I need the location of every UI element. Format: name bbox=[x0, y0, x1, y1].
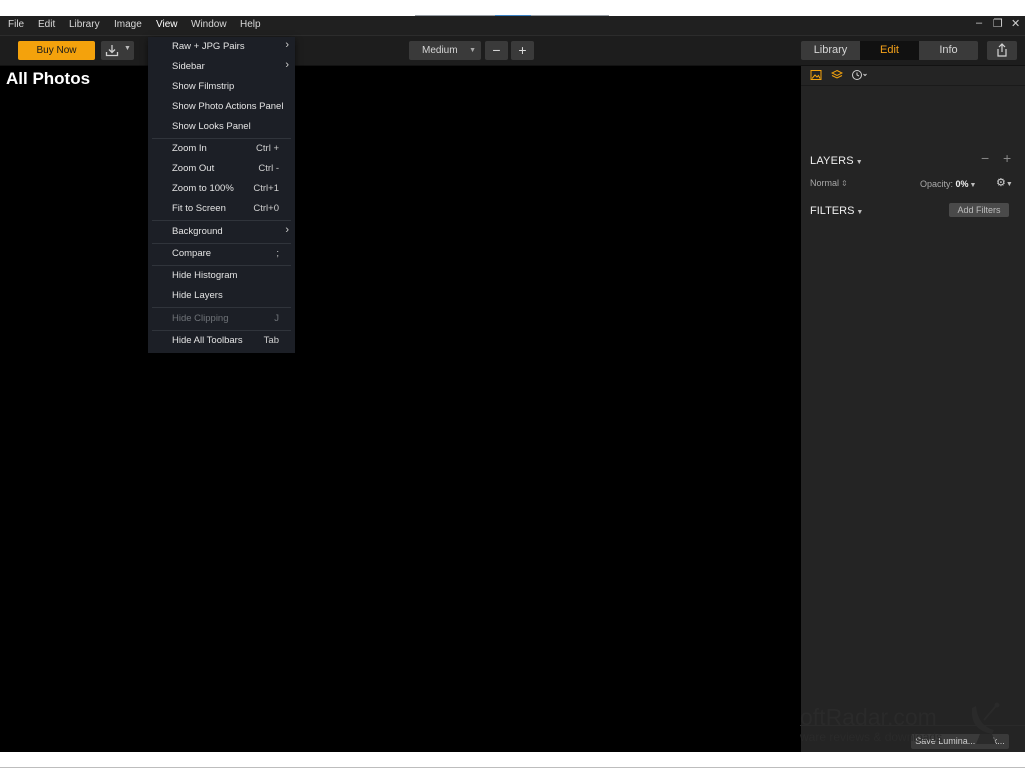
zoom-select-value: Medium bbox=[422, 45, 458, 56]
layer-settings-button[interactable]: ⚙▼ bbox=[996, 176, 1013, 189]
download-icon bbox=[105, 45, 119, 57]
menu-separator bbox=[152, 220, 291, 221]
opacity-control[interactable]: Opacity: 0%▼ bbox=[920, 179, 976, 189]
tab-info[interactable]: Info bbox=[919, 41, 978, 60]
view-menu-dropdown: Raw + JPG Pairs › Sidebar › Show Filmstr… bbox=[148, 37, 295, 353]
menu-item-hide-histogram[interactable]: Hide Histogram bbox=[148, 266, 295, 286]
layers-title: LAYERS bbox=[810, 155, 854, 167]
filters-title: FILTERS bbox=[810, 205, 855, 217]
panel-tab-bar bbox=[801, 66, 1025, 86]
window-top-strip bbox=[0, 0, 1025, 16]
opacity-label: Opacity: bbox=[920, 179, 954, 189]
app-window: File Edit Library Image View Window Help… bbox=[0, 16, 1025, 752]
zoom-in-button[interactable]: + bbox=[511, 41, 534, 60]
menu-item-raw-jpg-pairs[interactable]: Raw + JPG Pairs › bbox=[148, 37, 295, 57]
edit-panel: LAYERS ▼ − + Normal ⇕ Opacity: 0%▼ ⚙▼ FILT… bbox=[801, 66, 1025, 752]
opacity-value: 0% bbox=[955, 179, 969, 189]
add-filters-button[interactable]: Add Filters bbox=[949, 203, 1009, 217]
menu-item-hide-all-toolbars[interactable]: Hide All Toolbars Tab bbox=[148, 331, 295, 351]
filters-header[interactable]: FILTERS ▼ bbox=[810, 205, 863, 217]
chevron-down-icon: ▼ bbox=[969, 182, 977, 189]
menu-separator bbox=[152, 307, 291, 308]
menu-item-show-photo-actions-panel[interactable]: Show Photo Actions Panel bbox=[148, 97, 295, 117]
export-button[interactable]: ▼ bbox=[101, 41, 134, 60]
chevron-down-icon: ▼ bbox=[855, 159, 863, 166]
history-icon[interactable] bbox=[851, 69, 869, 81]
gear-icon: ⚙ bbox=[996, 177, 1006, 189]
menu-help[interactable]: Help bbox=[240, 19, 261, 30]
page-title: All Photos bbox=[6, 69, 91, 88]
menu-library[interactable]: Library bbox=[69, 19, 100, 30]
share-icon bbox=[997, 43, 1007, 57]
window-bottom-strip bbox=[0, 752, 1025, 769]
tab-library[interactable]: Library bbox=[801, 41, 860, 60]
chevron-down-icon: ▼ bbox=[856, 209, 864, 216]
window-controls: – ❐ ✕ bbox=[975, 17, 1020, 30]
layers-icon[interactable] bbox=[831, 69, 843, 81]
menu-item-zoom-in[interactable]: Zoom In Ctrl + bbox=[148, 139, 295, 159]
add-layer-button[interactable]: + bbox=[1003, 150, 1011, 166]
blend-mode-value: Normal bbox=[810, 178, 840, 188]
bottom-strip-line bbox=[0, 767, 1025, 768]
chevron-down-icon: ▼ bbox=[469, 47, 476, 54]
tab-edit[interactable]: Edit bbox=[860, 41, 919, 60]
chevron-down-icon: ▼ bbox=[124, 45, 131, 52]
image-icon[interactable] bbox=[810, 69, 822, 81]
restore-button[interactable]: ❐ bbox=[993, 17, 1003, 30]
menu-item-hide-clipping: Hide Clipping J bbox=[172, 313, 279, 324]
chevron-right-icon: › bbox=[285, 59, 289, 71]
menu-item-compare[interactable]: Compare ; bbox=[148, 244, 295, 264]
chevron-right-icon: › bbox=[285, 39, 289, 51]
menu-item-fit-to-screen[interactable]: Fit to Screen Ctrl+0 bbox=[148, 199, 295, 219]
menu-window[interactable]: Window bbox=[191, 19, 227, 30]
minimize-button[interactable]: – bbox=[975, 17, 983, 30]
blend-mode-select[interactable]: Normal ⇕ bbox=[810, 178, 848, 188]
satellite-dish-icon bbox=[971, 702, 1000, 744]
buy-now-button[interactable]: Buy Now bbox=[18, 41, 95, 60]
menu-file[interactable]: File bbox=[8, 19, 24, 30]
menu-item-zoom-out[interactable]: Zoom Out Ctrl - bbox=[148, 159, 295, 179]
zoom-select[interactable]: Medium ▼ bbox=[409, 41, 481, 60]
watermark-title: oftRadar.com bbox=[800, 704, 937, 730]
layers-header[interactable]: LAYERS ▼ bbox=[810, 155, 863, 167]
menu-bar: File Edit Library Image View Window Help… bbox=[0, 16, 1025, 36]
menu-item-zoom-100[interactable]: Zoom to 100% Ctrl+1 bbox=[148, 179, 295, 199]
menu-view[interactable]: View bbox=[156, 19, 178, 30]
chevron-down-icon: ▼ bbox=[1005, 181, 1013, 188]
remove-layer-button[interactable]: − bbox=[981, 150, 989, 166]
menu-item-show-looks-panel[interactable]: Show Looks Panel bbox=[148, 117, 295, 137]
menu-item-sidebar[interactable]: Sidebar › bbox=[148, 57, 295, 77]
share-button[interactable] bbox=[987, 41, 1017, 60]
mode-tabs: Library Edit Info bbox=[801, 41, 978, 60]
menu-edit[interactable]: Edit bbox=[38, 19, 55, 30]
photo-grid-area: All Photos bbox=[0, 66, 801, 752]
watermark-subtitle: ware reviews & downloads bbox=[800, 730, 943, 744]
close-button[interactable]: ✕ bbox=[1011, 17, 1020, 30]
up-down-icon: ⇕ bbox=[841, 179, 848, 188]
zoom-out-button[interactable]: − bbox=[485, 41, 508, 60]
menu-image[interactable]: Image bbox=[114, 19, 142, 30]
menu-item-show-filmstrip[interactable]: Show Filmstrip bbox=[148, 77, 295, 97]
menu-item-hide-layers[interactable]: Hide Layers bbox=[148, 286, 295, 306]
menu-item-background[interactable]: Background › bbox=[148, 222, 295, 242]
chevron-right-icon: › bbox=[285, 224, 289, 236]
